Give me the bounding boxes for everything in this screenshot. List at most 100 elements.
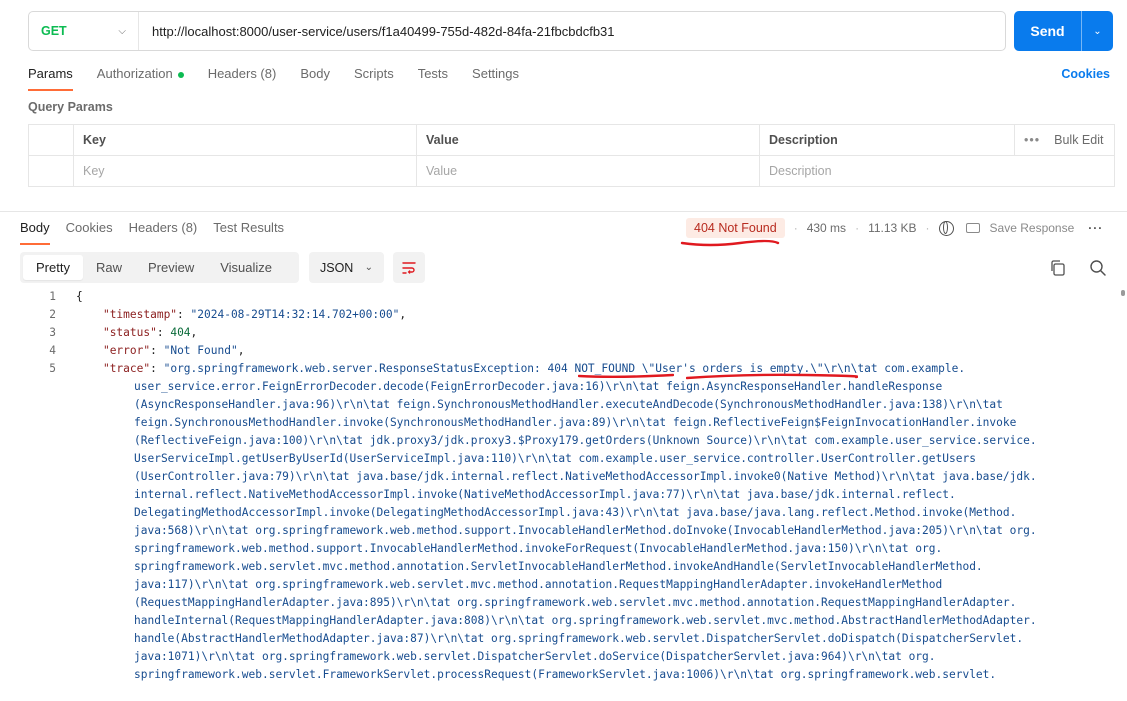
json-line-trace: "trace": "org.springframework.web.server…: [102, 362, 966, 375]
line-number: 2: [49, 308, 56, 321]
send-button[interactable]: Send ⌄: [1014, 11, 1113, 51]
chevron-down-icon: ⌄: [364, 262, 373, 273]
format-select[interactable]: JSON ⌄: [309, 252, 384, 283]
column-value: Value: [416, 124, 760, 156]
status-badge[interactable]: 404 Not Found: [680, 218, 785, 247]
line-number: 4: [49, 344, 56, 357]
query-params-title: Query Params: [28, 100, 113, 114]
view-raw[interactable]: Raw: [83, 255, 135, 280]
checkbox-column: [28, 124, 74, 156]
pane-divider[interactable]: [0, 211, 1127, 212]
separator: ·: [855, 221, 860, 235]
line-number: 3: [49, 326, 56, 339]
line-number: 1: [49, 290, 56, 303]
request-bar: GET ⌵: [28, 11, 1006, 51]
json-key: "status": [102, 326, 157, 339]
tab-scripts[interactable]: Scripts: [354, 66, 394, 90]
trace-line: springframework.web.servlet.FrameworkSer…: [134, 668, 997, 681]
trace-line: java:568)\r\n\tat org.springframework.we…: [134, 524, 1037, 537]
chevron-down-icon[interactable]: ⌄: [1081, 11, 1113, 51]
json-value: "org.springframework.web.server.Response…: [163, 362, 966, 375]
tab-response-cookies[interactable]: Cookies: [66, 220, 113, 243]
save-icon: [965, 223, 980, 233]
table-header-row: Key Value Description ••• Bulk Edit: [28, 124, 1115, 156]
value-field[interactable]: Value: [416, 155, 760, 187]
request-tabs: Params Authorization Headers (8) Body Sc…: [28, 66, 543, 91]
copy-icon[interactable]: [1049, 259, 1067, 277]
trace-line: feign.SynchronousMethodHandler.invoke(Sy…: [134, 416, 1017, 429]
trace-line: internal.reflect.NativeMethodAccessorImp…: [134, 488, 956, 501]
trace-line: user_service.error.FeignErrorDecoder.dec…: [134, 380, 943, 393]
line-number: 5: [49, 362, 56, 375]
json-key: "timestamp": [102, 308, 178, 321]
trace-line: (RequestMappingHandlerAdapter.java:895)\…: [134, 596, 1017, 609]
tab-params[interactable]: Params: [28, 66, 73, 91]
wrap-lines-button[interactable]: [393, 252, 425, 283]
json-key: "trace": [102, 362, 151, 375]
response-time[interactable]: 430 ms: [807, 221, 846, 235]
tab-tests[interactable]: Tests: [418, 66, 448, 90]
format-label: JSON: [320, 260, 354, 275]
table-row: Key Value Description: [28, 155, 1115, 187]
column-description: Description: [759, 124, 1015, 156]
bulk-edit-button[interactable]: ••• Bulk Edit: [1014, 124, 1115, 156]
trace-line: handle(AbstractHandlerMethodAdapter.java…: [134, 632, 1024, 645]
trace-line: java:117)\r\n\tat org.springframework.we…: [134, 578, 943, 591]
method-select[interactable]: GET ⌵: [29, 12, 139, 50]
view-preview[interactable]: Preview: [135, 255, 207, 280]
json-line-timestamp: "timestamp": "2024-08-29T14:32:14.702+00…: [102, 308, 407, 321]
url-input[interactable]: [139, 11, 1005, 51]
tab-test-results[interactable]: Test Results: [213, 220, 284, 243]
tab-authorization-label: Authorization: [96, 66, 173, 81]
tab-response-body[interactable]: Body: [20, 220, 50, 245]
more-options-icon[interactable]: ···: [1088, 221, 1103, 235]
tab-response-headers[interactable]: Headers (8): [129, 220, 198, 243]
globe-icon[interactable]: [938, 220, 954, 236]
json-open-brace: {: [76, 290, 83, 303]
json-line-status: "status": 404,: [102, 326, 198, 339]
trace-line: springframework.web.method.support.Invoc…: [134, 542, 943, 555]
status-text: 404 Not Found: [694, 221, 777, 235]
trace-line: UserServiceImpl.getUserByUserId(UserServ…: [134, 452, 976, 465]
tab-body[interactable]: Body: [300, 66, 330, 90]
view-visualize[interactable]: Visualize: [207, 255, 285, 280]
cookies-link[interactable]: Cookies: [1061, 67, 1110, 81]
trace-line: java:1071)\r\n\tat org.springframework.w…: [134, 650, 936, 663]
query-params-table: Key Value Description ••• Bulk Edit Key V…: [28, 124, 1115, 187]
separator: ·: [793, 221, 798, 235]
tab-headers[interactable]: Headers (8): [208, 66, 277, 90]
scrollbar[interactable]: [1119, 288, 1127, 701]
wrap-lines-icon: [402, 261, 416, 274]
trace-line: handleInternal(RequestMappingHandlerAdap…: [134, 614, 1037, 627]
more-icon: •••: [1024, 133, 1041, 147]
trace-line: (UserController.java:79)\r\n\tat java.ba…: [134, 470, 1037, 483]
tab-settings[interactable]: Settings: [472, 66, 519, 90]
method-label: GET: [41, 24, 67, 38]
send-label: Send: [1030, 23, 1065, 39]
response-meta: 404 Not Found · 430 ms · 11.13 KB · Save…: [680, 216, 1127, 247]
json-value: 404: [170, 326, 191, 339]
chevron-down-icon: ⌵: [118, 25, 126, 37]
tab-authorization[interactable]: Authorization: [97, 66, 184, 90]
json-value: "2024-08-29T14:32:14.702+00:00": [190, 308, 400, 321]
json-line-error: "error": "Not Found",: [102, 344, 245, 357]
search-icon[interactable]: [1089, 259, 1107, 277]
trace-line: DelegatingMethodAccessorImpl.invoke(Dele…: [134, 506, 1017, 519]
red-underline-annotation: [680, 239, 780, 247]
json-value: "Not Found": [163, 344, 238, 357]
save-response-button[interactable]: Save Response: [990, 221, 1075, 235]
bulk-edit-label: Bulk Edit: [1054, 133, 1104, 147]
trace-line: springframework.web.servlet.mvc.method.a…: [134, 560, 983, 573]
key-field[interactable]: Key: [73, 155, 417, 187]
response-size[interactable]: 11.13 KB: [868, 221, 916, 235]
trace-line: (ReflectiveFeign.java:100)\r\n\tat jdk.p…: [134, 434, 1037, 447]
view-pretty[interactable]: Pretty: [23, 255, 83, 280]
column-key: Key: [73, 124, 417, 156]
row-checkbox[interactable]: [28, 155, 74, 187]
trace-line: (AsyncResponseHandler.java:96)\r\n\tat f…: [134, 398, 1003, 411]
status-dot-icon: [177, 71, 184, 78]
separator: ·: [925, 221, 930, 235]
json-key: "error": [102, 344, 151, 357]
description-field[interactable]: Description: [759, 155, 1115, 187]
response-tabs: Body Cookies Headers (8) Test Results: [20, 220, 300, 245]
